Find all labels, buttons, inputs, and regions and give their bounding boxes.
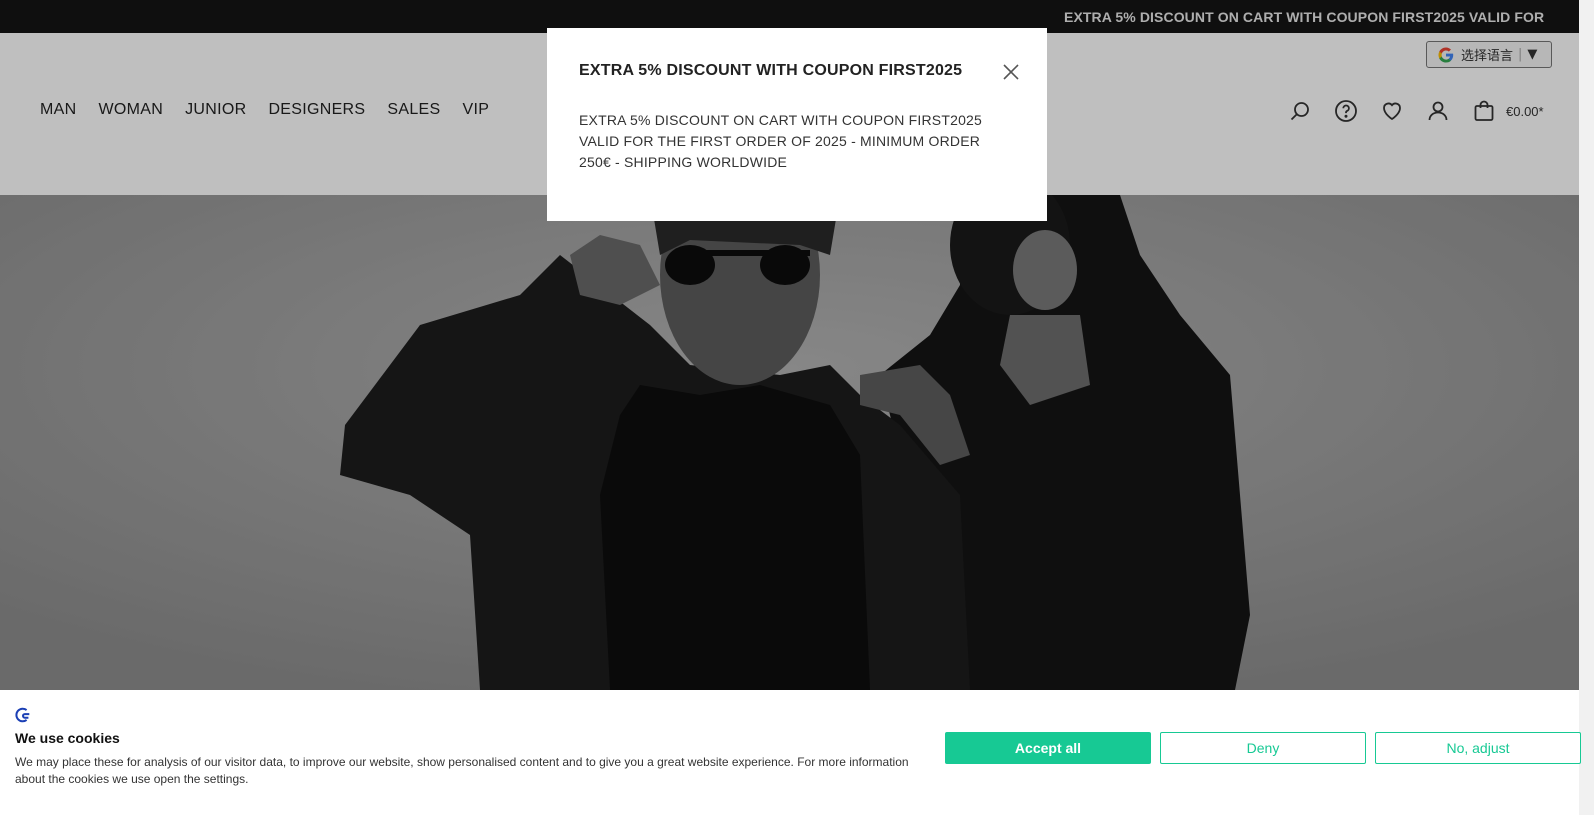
cookiefirst-logo-icon [15,707,30,723]
cookie-banner: We use cookies We may place these for an… [0,690,1581,815]
modal-body: EXTRA 5% DISCOUNT ON CART WITH COUPON FI… [579,112,983,170]
adjust-button[interactable]: No, adjust [1375,732,1581,764]
cookie-text: We may place these for analysis of our v… [15,755,909,786]
modal-title: EXTRA 5% DISCOUNT WITH COUPON FIRST2025 [579,62,963,79]
cookie-title: We use cookies [15,730,120,746]
accept-all-button[interactable]: Accept all [945,732,1151,764]
close-icon[interactable] [1001,62,1021,82]
deny-button[interactable]: Deny [1160,732,1366,764]
promo-modal: EXTRA 5% DISCOUNT WITH COUPON FIRST2025 … [547,28,1047,221]
page-scrollbar[interactable] [1579,0,1594,815]
